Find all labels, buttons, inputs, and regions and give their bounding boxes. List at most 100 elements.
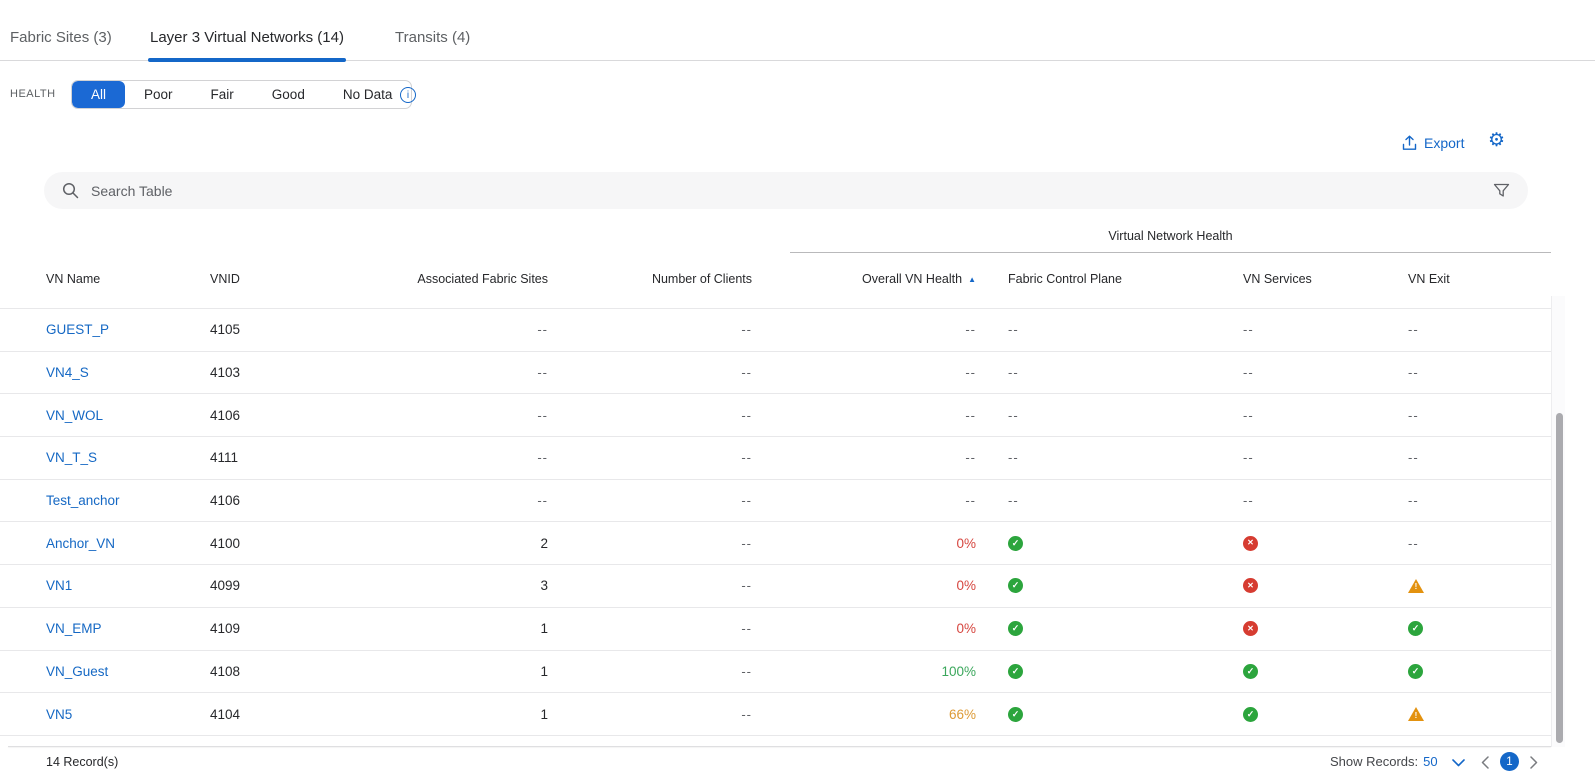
vn-name-link[interactable]: VN_EMP: [46, 621, 102, 636]
pagination-prev-icon[interactable]: [1481, 756, 1489, 769]
overall-vn-health-cell: --: [800, 480, 976, 522]
info-icon[interactable]: i: [400, 87, 416, 103]
status-good-icon: ✓: [1008, 578, 1023, 593]
fabric-control-plane-cell: ✓: [1008, 651, 1208, 693]
column-header-vnid[interactable]: VNID: [210, 262, 350, 296]
empty-value: --: [741, 707, 752, 722]
vn-name-cell: GUEST_P: [46, 309, 196, 351]
vn-exit-cell: --: [1408, 522, 1538, 564]
empty-value: --: [1243, 408, 1254, 423]
number-of-clients-cell: --: [580, 394, 752, 436]
empty-value: --: [537, 408, 548, 423]
column-header-overall-vn-health[interactable]: Overall VN Health▲: [800, 262, 976, 296]
empty-value: --: [537, 450, 548, 465]
health-option-no-data[interactable]: No Data: [324, 81, 412, 108]
vn-name-link[interactable]: VN5: [46, 707, 72, 722]
tab-layer-3-virtual-networks-14[interactable]: Layer 3 Virtual Networks (14): [150, 0, 344, 61]
fabric-control-plane-cell: --: [1008, 480, 1208, 522]
vn-name-link[interactable]: VN_Guest: [46, 664, 108, 679]
records-count: 14 Record(s): [46, 755, 118, 769]
status-good-icon: ✓: [1408, 664, 1423, 679]
column-header-vn-services[interactable]: VN Services: [1243, 262, 1393, 296]
vn-name-link[interactable]: GUEST_P: [46, 322, 109, 337]
status-good-icon: ✓: [1008, 664, 1023, 679]
vnid-cell: 4105: [210, 309, 350, 351]
empty-value: --: [741, 664, 752, 679]
search-input[interactable]: [91, 183, 1493, 199]
health-option-good[interactable]: Good: [253, 81, 324, 108]
associated-fabric-sites-cell: --: [360, 394, 548, 436]
empty-value: --: [1408, 493, 1419, 508]
vn-name-link[interactable]: VN_T_S: [46, 450, 97, 465]
pagination-next-icon[interactable]: [1530, 756, 1538, 769]
overall-vn-health-value: 0%: [956, 536, 976, 551]
vn-services-cell: ✕: [1243, 565, 1393, 607]
table-row: VN_WOL4106------------: [0, 394, 1551, 437]
vnid-cell: 4106: [210, 394, 350, 436]
health-filter-label: HEALTH: [10, 88, 56, 100]
status-good-icon: ✓: [1408, 621, 1423, 636]
status-warning-icon: !: [1408, 707, 1424, 721]
fabric-control-plane-cell: --: [1008, 309, 1208, 351]
empty-value: --: [1408, 536, 1419, 551]
table-row: VN4_S4103------------: [0, 352, 1551, 395]
empty-value: --: [1008, 322, 1019, 337]
sort-ascending-icon: ▲: [968, 275, 976, 284]
filter-funnel-icon[interactable]: [1493, 183, 1510, 198]
empty-value: --: [741, 322, 752, 337]
vn-exit-cell: !: [1408, 693, 1538, 735]
column-header-vn-name[interactable]: VN Name: [46, 262, 196, 296]
vn-exit-cell: ✓: [1408, 608, 1538, 650]
empty-value: --: [1408, 450, 1419, 465]
column-header-fabric-control-plane[interactable]: Fabric Control Plane: [1008, 262, 1208, 296]
vn-services-cell: ✓: [1243, 651, 1393, 693]
overall-vn-health-cell: --: [800, 309, 976, 351]
status-good-icon: ✓: [1008, 707, 1023, 722]
overall-vn-health-value: --: [965, 408, 976, 423]
health-option-all[interactable]: All: [72, 81, 125, 108]
vn-exit-cell: --: [1408, 480, 1538, 522]
vn-name-link[interactable]: VN_WOL: [46, 408, 103, 423]
vnid-cell: 4104: [210, 693, 350, 735]
vn-name-link[interactable]: VN1: [46, 578, 72, 593]
number-of-clients-cell: --: [580, 352, 752, 394]
vertical-scrollbar-thumb[interactable]: [1556, 413, 1563, 743]
empty-value: --: [1008, 493, 1019, 508]
fabric-control-plane-cell: --: [1008, 394, 1208, 436]
associated-fabric-sites-cell: 3: [360, 565, 548, 607]
export-button[interactable]: Export: [1402, 135, 1464, 151]
number-of-clients-cell: --: [580, 309, 752, 351]
health-option-poor[interactable]: Poor: [125, 81, 192, 108]
vn-services-cell: ✕: [1243, 608, 1393, 650]
vn-services-cell: --: [1243, 352, 1393, 394]
overall-vn-health-cell: 66%: [800, 693, 976, 735]
overall-vn-health-value: 0%: [956, 621, 976, 636]
vnid-cell: 4106: [210, 480, 350, 522]
empty-value: --: [1008, 450, 1019, 465]
vnid-cell: 4100: [210, 522, 350, 564]
vn-name-link[interactable]: Anchor_VN: [46, 536, 115, 551]
column-header-label: VN Name: [46, 272, 100, 286]
column-header-number-of-clients[interactable]: Number of Clients: [580, 262, 752, 296]
pagination-current-page[interactable]: 1: [1500, 752, 1519, 771]
table-row-partial: [0, 296, 1551, 309]
table-column-headers: VN Name VNID Associated Fabric Sites Number…: [0, 262, 1551, 296]
empty-value: --: [537, 322, 548, 337]
associated-fabric-sites-cell: 1: [360, 651, 548, 693]
table-row: GUEST_P4105------------: [0, 309, 1551, 352]
column-header-associated-fabric-sites[interactable]: Associated Fabric Sites: [360, 262, 548, 296]
tab-transits-4[interactable]: Transits (4): [395, 0, 470, 61]
show-records-value[interactable]: 50: [1423, 754, 1437, 769]
vn-name-link[interactable]: VN4_S: [46, 365, 89, 380]
chevron-down-icon[interactable]: [1452, 759, 1465, 767]
gear-icon[interactable]: ⚙: [1488, 131, 1505, 150]
export-upload-icon: [1402, 135, 1417, 151]
tab-fabric-sites-3[interactable]: Fabric Sites (3): [10, 0, 112, 61]
associated-fabric-sites-cell: --: [360, 352, 548, 394]
health-option-fair[interactable]: Fair: [192, 81, 253, 108]
column-header-vn-exit[interactable]: VN Exit: [1408, 262, 1538, 296]
vn-name-link[interactable]: Test_anchor: [46, 493, 120, 508]
empty-value: --: [741, 365, 752, 380]
vn-name-cell: Anchor_VN: [46, 522, 196, 564]
table-row: Anchor_VN41002--0%✓✕--: [0, 522, 1551, 565]
